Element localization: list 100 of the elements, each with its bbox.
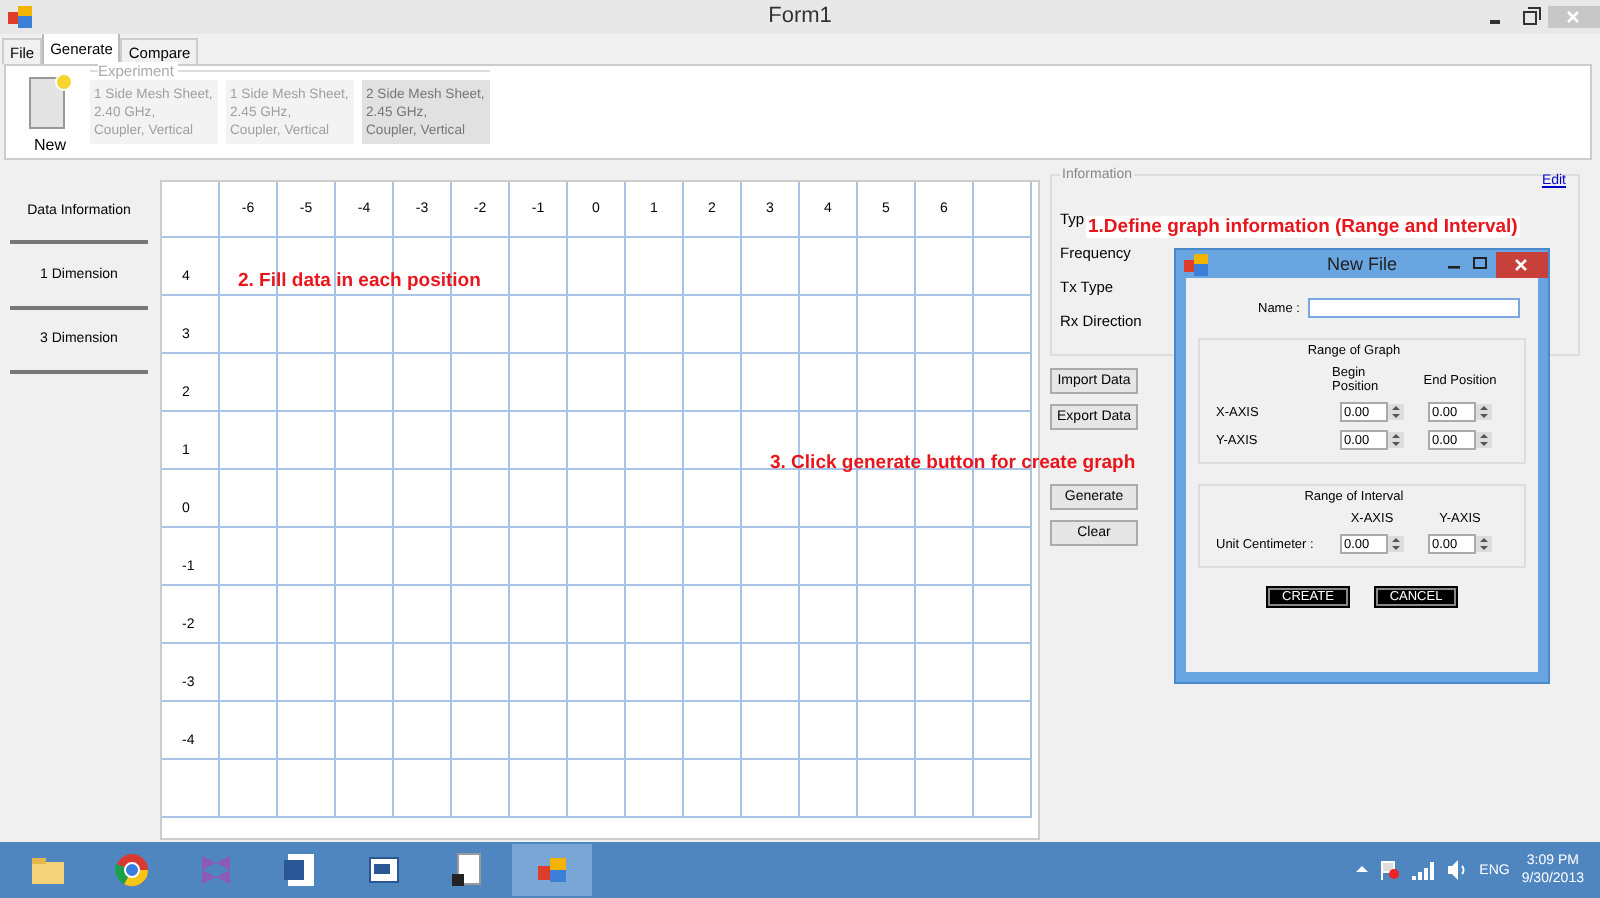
grid-cell[interactable] <box>916 528 974 586</box>
grid-cell[interactable] <box>278 470 336 528</box>
speaker-icon[interactable] <box>1447 860 1468 880</box>
grid-cell[interactable] <box>568 528 626 586</box>
grid-cell[interactable] <box>916 238 974 296</box>
grid-cell[interactable] <box>858 470 916 528</box>
grid-cell[interactable] <box>974 238 1032 296</box>
grid-cell[interactable] <box>452 644 510 702</box>
grid-cell[interactable] <box>394 354 452 412</box>
grid-cell[interactable] <box>568 238 626 296</box>
grid-cell[interactable] <box>568 412 626 470</box>
grid-cell[interactable] <box>800 354 858 412</box>
grid-cell[interactable] <box>162 182 220 238</box>
grid-cell[interactable] <box>742 644 800 702</box>
grid-cell[interactable] <box>568 760 626 818</box>
grid-cell[interactable] <box>800 528 858 586</box>
grid-cell[interactable] <box>626 760 684 818</box>
grid-cell[interactable] <box>626 238 684 296</box>
grid-cell[interactable] <box>568 702 626 760</box>
grid-cell[interactable] <box>800 702 858 760</box>
grid-cell[interactable] <box>394 586 452 644</box>
grid-cell[interactable] <box>278 586 336 644</box>
grid-cell[interactable] <box>568 470 626 528</box>
grid-cell[interactable] <box>858 238 916 296</box>
grid-cell[interactable] <box>510 586 568 644</box>
grid-cell[interactable] <box>220 644 278 702</box>
grid-cell[interactable] <box>858 760 916 818</box>
grid-cell[interactable] <box>336 760 394 818</box>
spinner-icon[interactable] <box>1476 404 1492 420</box>
grid-cell[interactable] <box>510 760 568 818</box>
grid-cell[interactable] <box>278 354 336 412</box>
grid-cell[interactable] <box>684 586 742 644</box>
grid-cell[interactable] <box>974 644 1032 702</box>
grid-cell[interactable] <box>684 760 742 818</box>
spinner-icon[interactable] <box>1476 432 1492 448</box>
grid-cell[interactable] <box>278 296 336 354</box>
grid-cell[interactable] <box>626 644 684 702</box>
grid-cell[interactable] <box>742 354 800 412</box>
grid-cell[interactable] <box>336 528 394 586</box>
grid-cell[interactable] <box>626 586 684 644</box>
grid-cell[interactable] <box>626 354 684 412</box>
grid-cell[interactable] <box>278 702 336 760</box>
grid-cell[interactable] <box>684 702 742 760</box>
grid-cell[interactable] <box>220 470 278 528</box>
grid-cell[interactable] <box>452 528 510 586</box>
grid-cell[interactable] <box>858 354 916 412</box>
close-icon[interactable] <box>1496 251 1548 277</box>
grid-cell[interactable] <box>974 586 1032 644</box>
grid-cell[interactable] <box>684 528 742 586</box>
folder-icon[interactable] <box>30 852 66 888</box>
grid-cell[interactable] <box>278 412 336 470</box>
grid-cell[interactable] <box>974 296 1032 354</box>
grid-cell[interactable] <box>742 296 800 354</box>
grid-cell[interactable] <box>220 354 278 412</box>
spinner-icon[interactable] <box>1388 404 1404 420</box>
grid-cell[interactable] <box>452 470 510 528</box>
grid-cell[interactable] <box>858 702 916 760</box>
grid-cell[interactable] <box>510 354 568 412</box>
grid-cell[interactable] <box>858 586 916 644</box>
grid-cell[interactable] <box>452 702 510 760</box>
grid-cell[interactable] <box>742 586 800 644</box>
grid-cell[interactable] <box>974 354 1032 412</box>
spinner-icon[interactable] <box>1476 536 1492 552</box>
spinner-icon[interactable] <box>1388 432 1404 448</box>
grid-cell[interactable] <box>742 238 800 296</box>
grid-cell[interactable] <box>336 702 394 760</box>
grid-cell[interactable] <box>452 760 510 818</box>
grid-cell[interactable] <box>974 470 1032 528</box>
grid-cell[interactable] <box>336 644 394 702</box>
grid-cell[interactable] <box>394 412 452 470</box>
grid-cell[interactable] <box>452 354 510 412</box>
grid-cell[interactable] <box>162 760 220 818</box>
window-icon[interactable] <box>366 852 402 888</box>
caret-icon[interactable] <box>1355 864 1368 876</box>
grid-cell[interactable] <box>220 296 278 354</box>
grid-cell[interactable] <box>916 702 974 760</box>
grid-cell[interactable] <box>336 412 394 470</box>
grid-cell[interactable] <box>510 470 568 528</box>
grid-cell[interactable] <box>916 644 974 702</box>
grid-cell[interactable] <box>800 470 858 528</box>
grid-cell[interactable] <box>800 238 858 296</box>
grid-cell[interactable] <box>278 528 336 586</box>
new-button[interactable]: New <box>26 68 74 158</box>
grid-cell[interactable] <box>220 528 278 586</box>
grid-cell[interactable] <box>394 760 452 818</box>
grid-cell[interactable] <box>394 528 452 586</box>
grid-cell[interactable] <box>626 412 684 470</box>
signal-icon[interactable] <box>1411 860 1436 880</box>
grid-cell[interactable] <box>626 528 684 586</box>
grid-cell[interactable] <box>394 702 452 760</box>
grid-cell[interactable] <box>742 470 800 528</box>
flag-icon[interactable] <box>1379 860 1400 880</box>
grid-cell[interactable] <box>742 760 800 818</box>
grid-cell[interactable] <box>394 296 452 354</box>
grid-cell[interactable] <box>394 470 452 528</box>
grid-cell[interactable] <box>336 354 394 412</box>
bowtie-icon[interactable] <box>198 852 234 888</box>
grid-cell[interactable] <box>278 760 336 818</box>
grid-cell[interactable] <box>336 470 394 528</box>
grid-cell[interactable] <box>916 470 974 528</box>
